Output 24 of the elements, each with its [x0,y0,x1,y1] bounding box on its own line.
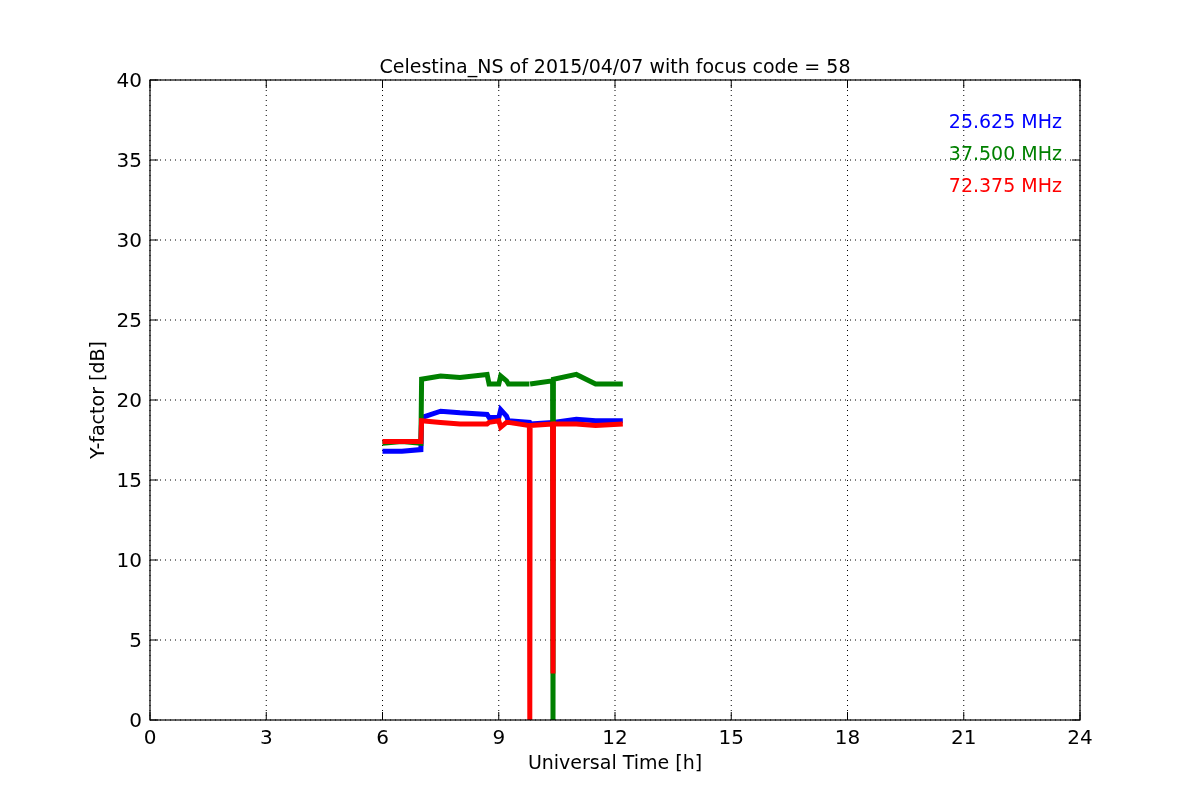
chart-title: Celestina_NS of 2015/04/07 with focus code = 58 [379,55,851,77]
y-tick-label: 40 [116,68,142,92]
legend-label: 37.500 MHz [948,142,1062,164]
y-tick-label: 10 [116,548,142,572]
x-axis-label: Universal Time [h] [527,751,703,773]
x-tick-label: 21 [951,725,977,749]
y-tick-label: 30 [116,228,142,252]
y-tick-label: 25 [116,308,142,332]
y-tick-label: 15 [116,468,142,492]
y-tick-label: 20 [116,388,142,412]
y-axis-label: Y-factor [dB] [86,341,108,459]
y-tick-label: 35 [116,148,142,172]
x-tick-label: 6 [376,725,389,749]
legend-label: 25.625 MHz [948,110,1062,132]
x-tick-label: 3 [259,725,273,749]
x-tick-label: 9 [492,725,506,749]
x-tick-label: 24 [1067,725,1093,749]
y-tick-label: 5 [129,628,142,652]
x-tick-label: 0 [143,725,157,749]
x-tick-label: 12 [602,725,628,749]
legend-label: 72.375 MHz [948,174,1062,196]
x-tick-label: 15 [718,725,744,749]
y-tick-label: 0 [129,708,142,732]
x-tick-label: 18 [834,725,861,749]
